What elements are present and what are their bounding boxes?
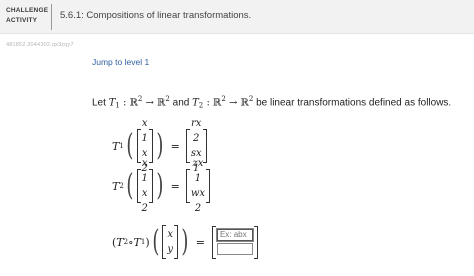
header-divider (51, 4, 52, 30)
answer-bottom-input[interactable] (216, 243, 253, 256)
activity-header: CHALLENGE ACTIVITY 5.6.1: Compositions o… (0, 0, 474, 34)
answer-top-input[interactable] (216, 228, 253, 241)
equals-sign: = (170, 179, 180, 193)
t2-subscript: 2 (119, 182, 124, 190)
right-paren: ) (181, 224, 189, 259)
t2-output-top: zx 1 (192, 158, 204, 184)
intro-r-codomain-2: ℝ (240, 97, 249, 109)
intro-r-domain-1: ℝ (129, 97, 138, 109)
equals-sign: = (170, 139, 180, 153)
activity-title: 5.6.1: Compositions of linear transforma… (60, 10, 252, 21)
comp-input-top: x (167, 229, 173, 240)
t1-symbol: T (112, 139, 120, 153)
jump-to-level-link[interactable]: Jump to level 1 (92, 57, 149, 67)
t2-definition: T2 ( x1 x2 ) = zx 1 wx 2 (112, 158, 211, 214)
comp-t1-symbol: T (133, 235, 141, 249)
intro-and: and (169, 97, 193, 109)
composition-equation: ( T2 ∘ T1 ) ( x y ) = (112, 222, 258, 262)
problem-statement: Let T1 : ℝ2 → ℝ2 and T2 : ℝ2 → ℝ2 be lin… (92, 95, 451, 109)
intro-arrow-2: → (225, 97, 241, 109)
equals-sign: = (195, 235, 205, 249)
intro-arrow-1: → (142, 97, 158, 109)
badge-line-1: CHALLENGE (6, 7, 49, 14)
activity-id: 481852.3044302.qx3zqy7 (6, 42, 74, 48)
comp-input-vector: x y (162, 225, 178, 259)
intro-colon-1: : (119, 97, 130, 109)
left-paren: ( (126, 168, 134, 203)
t1-output-top: rx 2 (191, 118, 202, 144)
answer-vector (211, 225, 258, 259)
right-paren: ) (156, 168, 164, 203)
t1-subscript: 1 (119, 142, 124, 150)
comp-input-bottom: y (167, 244, 173, 255)
challenge-activity-badge: CHALLENGE ACTIVITY (6, 6, 48, 26)
left-paren: ( (151, 224, 159, 259)
intro-suffix: be linear transformations defined as fol… (253, 97, 452, 109)
t1-input-top: x1 (141, 118, 148, 144)
badge-line-2: ACTIVITY (6, 17, 38, 24)
t2-input-bottom: x2 (141, 188, 148, 214)
right-paren: ) (156, 128, 164, 163)
t2-symbol: T (112, 179, 120, 193)
close-paren: ) (145, 235, 150, 249)
t2-output-bottom: wx 2 (190, 188, 206, 214)
intro-t2: T (192, 97, 199, 109)
t2-output-vector: zx 1 wx 2 (185, 158, 211, 214)
left-paren: ( (126, 128, 134, 163)
intro-prefix: Let (92, 97, 109, 109)
comp-t2-symbol: T (116, 235, 124, 249)
intro-colon-2: : (203, 97, 213, 109)
t2-input-top: x1 (141, 158, 148, 184)
t2-input-vector: x1 x2 (136, 158, 153, 214)
